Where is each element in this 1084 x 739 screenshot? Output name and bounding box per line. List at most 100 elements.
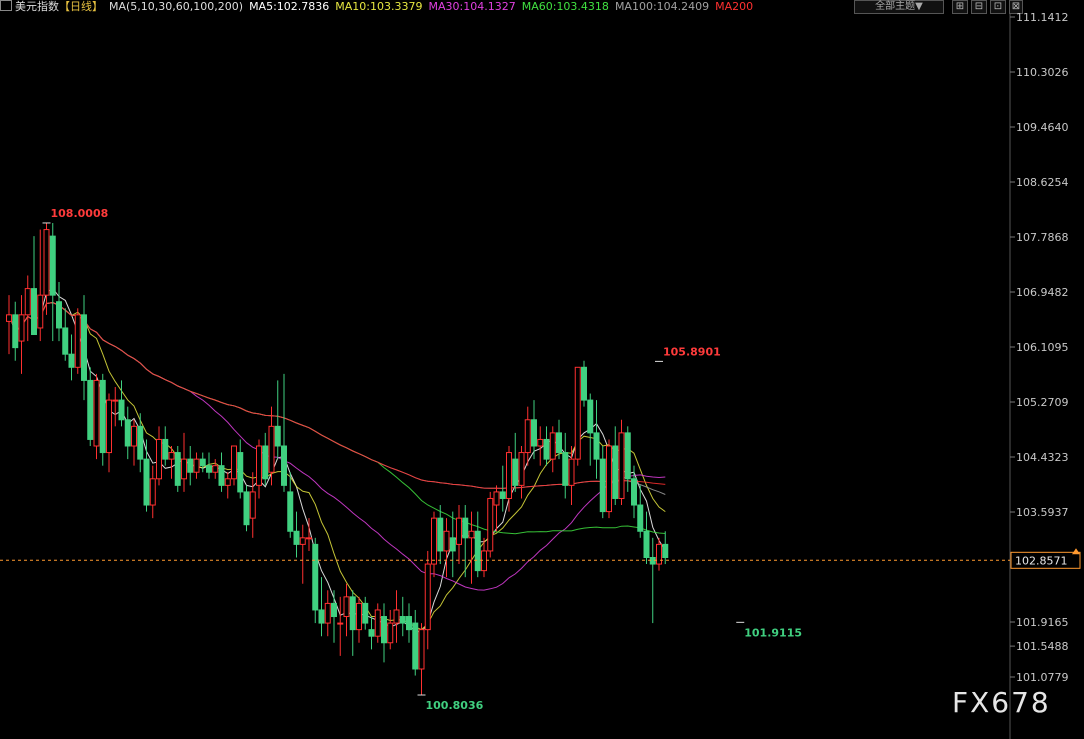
candle-body: [318, 609, 325, 624]
candle-body: [174, 452, 181, 486]
candle-body: [356, 602, 362, 631]
candle-body: [506, 452, 512, 499]
candle-body: [237, 452, 244, 493]
candle-body: [212, 465, 219, 473]
candle-body: [368, 629, 375, 637]
candle-body: [624, 432, 631, 480]
candle-body: [618, 432, 625, 499]
candle-body: [487, 497, 494, 552]
candle-body: [287, 491, 294, 532]
candle-body: [431, 517, 437, 565]
candle-body: [362, 602, 369, 624]
candle-body: [324, 602, 331, 624]
y-tick-label: 105.2709: [1016, 396, 1069, 409]
high-label: 108.0008: [51, 207, 109, 220]
candle-body: [256, 445, 262, 486]
candle-body: [262, 445, 269, 480]
candle-body: [231, 445, 237, 480]
candle-body: [93, 379, 100, 447]
candle-body: [18, 314, 25, 342]
candle-body: [637, 504, 644, 532]
current-price-label: 102.8571: [1015, 554, 1068, 567]
candle-body: [24, 288, 31, 316]
candle-body: [524, 419, 531, 454]
candle-body: [156, 438, 162, 480]
candle-body: [199, 458, 206, 467]
candle-body: [606, 445, 612, 513]
candle-body: [349, 596, 356, 631]
candle-body: [162, 438, 169, 460]
candle-body: [124, 419, 131, 447]
candle-body: [656, 543, 662, 565]
candle-body: [662, 543, 669, 558]
candle-body: [312, 543, 319, 611]
candle-body: [456, 517, 462, 545]
candle-body: [512, 458, 519, 486]
candle-body: [193, 458, 200, 473]
candle-body: [574, 366, 581, 460]
candle-body: [381, 616, 387, 644]
candle-body: [149, 478, 156, 506]
candle-body: [31, 288, 37, 336]
candle-body: [143, 458, 150, 506]
candle-body: [74, 314, 81, 368]
low-label: 100.8036: [426, 699, 484, 712]
candle-body: [518, 452, 525, 486]
y-tick-label: 109.4640: [1016, 121, 1069, 134]
candle-body: [118, 399, 125, 421]
candle-body: [374, 609, 381, 637]
candle-body: [468, 530, 475, 539]
candle-body: [449, 537, 456, 552]
candle-body: [6, 314, 12, 322]
candle-body: [43, 229, 50, 296]
candle-body: [587, 399, 594, 434]
candle-body: [337, 622, 344, 625]
candle-body: [293, 530, 300, 545]
candle-body: [274, 425, 281, 447]
candle-body: [612, 445, 619, 499]
candle-body: [187, 458, 194, 473]
candle-body: [418, 629, 425, 670]
y-tick-label: 101.5488: [1016, 640, 1069, 653]
candle-body: [181, 458, 187, 480]
candle-body: [49, 235, 56, 296]
candle-body: [543, 438, 550, 460]
candle-body: [406, 616, 412, 631]
candle-body: [81, 314, 87, 381]
y-tick-label: 110.3026: [1016, 66, 1069, 79]
candle-body: [68, 353, 75, 368]
candle-body: [218, 465, 225, 486]
candle-body: [131, 425, 137, 447]
candle-body: [549, 432, 556, 460]
y-tick-label: 101.0779: [1016, 671, 1069, 684]
candle-body: [437, 517, 444, 552]
candle-body: [493, 491, 500, 506]
candle-body: [393, 609, 400, 624]
candle-body: [106, 399, 112, 454]
candle-body: [599, 458, 606, 513]
candle-body: [331, 602, 337, 618]
candle-body: [112, 399, 119, 402]
candle-body: [424, 563, 431, 631]
y-tick-label: 108.6254: [1016, 176, 1069, 189]
candle-body: [531, 419, 537, 447]
watermark-logo: FX678: [952, 686, 1051, 719]
candle-body: [412, 622, 419, 670]
y-tick-label: 106.1095: [1016, 341, 1069, 354]
candle-body: [581, 366, 587, 401]
y-tick-label: 111.1412: [1016, 11, 1069, 24]
candle-body: [224, 478, 231, 486]
candlestick-chart[interactable]: 111.1412 110.3026 109.4640 108.6254 107.7868…: [0, 0, 1084, 739]
candle-body: [399, 616, 406, 624]
candle-body: [556, 432, 562, 454]
candle-body: [306, 537, 312, 540]
candle-body: [631, 478, 637, 506]
candle-body: [137, 425, 144, 460]
low-label: 101.9115: [744, 626, 802, 639]
candle-body: [593, 432, 600, 460]
candle-body: [299, 537, 306, 545]
y-tick-label: 101.9165: [1016, 616, 1069, 629]
candle-body: [387, 622, 394, 644]
high-label: 105.8901: [663, 345, 721, 358]
candle-body: [12, 314, 19, 349]
